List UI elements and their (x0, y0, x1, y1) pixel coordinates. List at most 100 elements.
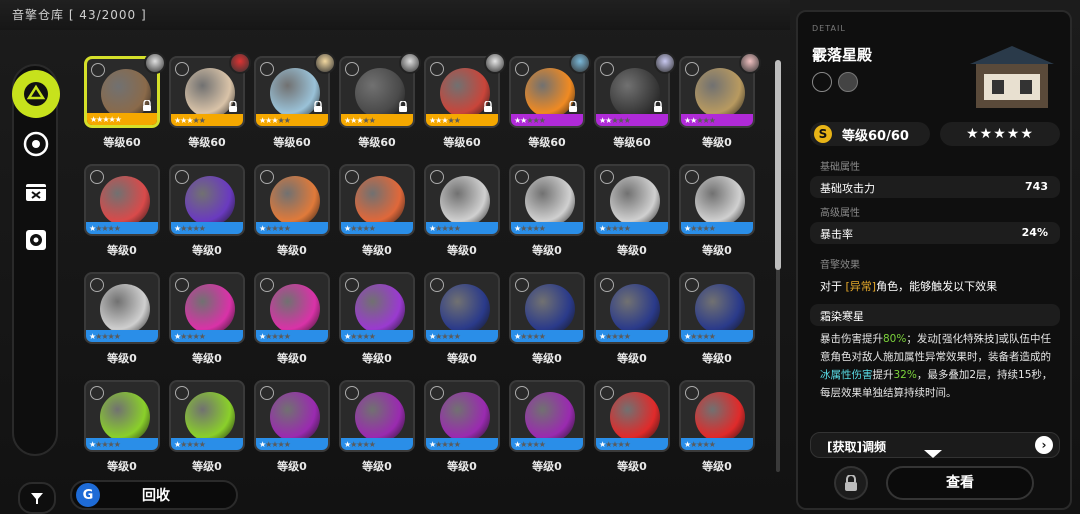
safe-icon (26, 230, 46, 250)
star-rating: ★★★★★ (599, 440, 631, 449)
wengine-card[interactable]: ★★★★★ (509, 272, 585, 344)
wengine-card[interactable]: ★★★★★ (679, 272, 755, 344)
wengine-art (100, 392, 150, 442)
level-label: 等级0 (362, 352, 392, 365)
scrollbar-thumb[interactable] (775, 60, 781, 270)
wengine-art (270, 284, 320, 334)
wengine-slot[interactable]: ★★★★★ 等级0 (254, 272, 334, 372)
equipped-agent-avatar (654, 52, 676, 74)
wengine-slot[interactable]: ★★★★★ 等级0 (679, 272, 759, 372)
wengine-slot[interactable]: ★★★★★ 等级0 (424, 164, 504, 264)
type-icon (515, 62, 529, 76)
equipped-agent-avatar[interactable] (838, 72, 858, 92)
advanced-stat-key: 暴击率 (820, 228, 853, 241)
equipped-agent-avatar (144, 52, 166, 74)
wengine-slot[interactable]: ★★★★★ 等级0 (509, 272, 589, 372)
category-all-icon (24, 82, 48, 106)
wengine-slot[interactable]: ★★★★★ 等级60 (509, 52, 591, 156)
category-safe-button[interactable] (22, 226, 50, 254)
wengine-card[interactable]: ★★★★★ (254, 164, 330, 236)
star-rating: ★★★★★ (684, 440, 716, 449)
filter-button[interactable] (18, 482, 56, 514)
wengine-slot[interactable]: ★★★★★ 等级60 (339, 52, 421, 156)
wengine-card[interactable]: ★★★★★ (84, 272, 160, 344)
recycle-button[interactable]: G 回收 (70, 480, 238, 510)
level-label: 等级0 (532, 460, 562, 473)
wengine-slot[interactable]: ★★★★★ 等级0 (254, 164, 334, 264)
desc-element: 冰属性伤害 (820, 369, 873, 381)
wengine-card[interactable]: ★★★★★ (169, 272, 245, 344)
effect-pre: 对于 (820, 280, 846, 293)
wengine-slot[interactable]: ★★★★★ 等级0 (679, 380, 759, 480)
chevron-down-icon[interactable] (924, 450, 942, 458)
level-label: 等级60 (273, 136, 311, 149)
wengine-slot[interactable]: ★★★★★ 等级0 (84, 164, 164, 264)
wengine-slot[interactable]: ★★★★★ 等级60 (169, 52, 251, 156)
wengine-slot[interactable]: ★★★★★ 等级0 (84, 380, 164, 480)
wengine-art (440, 392, 490, 442)
wengine-card[interactable]: ★★★★★ (339, 272, 415, 344)
wengine-slot[interactable]: ★★★★★ 等级0 (679, 164, 759, 264)
wengine-card[interactable]: ★★★★★ (679, 380, 755, 452)
category-disc-button[interactable] (22, 130, 50, 158)
wengine-slot[interactable]: ★★★★★ 等级0 (424, 380, 504, 480)
type-icon (515, 170, 529, 184)
wengine-slot[interactable]: ★★★★★ 等级0 (339, 272, 419, 372)
type-icon (345, 62, 359, 76)
wengine-card[interactable]: ★★★★★ (339, 164, 415, 236)
wengine-slot[interactable]: ★★★★★ 等级0 (679, 52, 761, 156)
wengine-slot[interactable]: ★★★★★ 等级0 (339, 164, 419, 264)
wengine-card[interactable]: ★★★★★ (169, 164, 245, 236)
advanced-stat-value: 24% (1021, 226, 1048, 239)
lock-button[interactable] (834, 466, 868, 500)
view-button[interactable]: 查看 (886, 466, 1034, 500)
wengine-slot[interactable]: ★★★★★ 等级0 (169, 272, 249, 372)
type-icon (175, 170, 189, 184)
level-label: 等级0 (277, 460, 307, 473)
wengine-card[interactable]: ★★★★★ (424, 164, 500, 236)
wengine-slot[interactable]: ★★★★★ 等级0 (594, 272, 674, 372)
equipped-agent-avatar (399, 52, 421, 74)
wengine-slot[interactable]: ★★★★★ 等级60 (84, 52, 166, 156)
wengine-card[interactable]: ★★★★★ (169, 380, 245, 452)
type-icon (430, 278, 444, 292)
wengine-slot[interactable]: ★★★★★ 等级60 (424, 52, 506, 156)
wengine-card[interactable]: ★★★★★ (509, 380, 585, 452)
wengine-art (355, 284, 405, 334)
wengine-slot[interactable]: ★★★★★ 等级0 (169, 380, 249, 480)
category-all-button[interactable] (12, 70, 60, 118)
wengine-slot[interactable]: ★★★★★ 等级0 (594, 164, 674, 264)
wengine-slot[interactable]: ★★★★★ 等级0 (594, 380, 674, 480)
wengine-card[interactable]: ★★★★★ (84, 380, 160, 452)
wengine-slot[interactable]: ★★★★★ 等级0 (169, 164, 249, 264)
wengine-card[interactable]: ★★★★★ (339, 380, 415, 452)
wengine-art (101, 69, 151, 119)
wengine-slot[interactable]: ★★★★★ 等级60 (254, 52, 336, 156)
wengine-slot[interactable]: ★★★★★ 等级60 (594, 52, 676, 156)
wengine-art (610, 176, 660, 226)
wengine-card[interactable]: ★★★★★ (594, 380, 670, 452)
wengine-slot[interactable]: ★★★★★ 等级0 (509, 164, 589, 264)
wengine-card[interactable]: ★★★★★ (594, 272, 670, 344)
wengine-card[interactable]: ★★★★★ (424, 272, 500, 344)
level-label: 等级0 (532, 352, 562, 365)
wengine-card[interactable]: ★★★★★ (84, 164, 160, 236)
wengine-slot[interactable]: ★★★★★ 等级0 (84, 272, 164, 372)
wengine-slot[interactable]: ★★★★★ 等级0 (424, 272, 504, 372)
wengine-card[interactable]: ★★★★★ (424, 380, 500, 452)
star-rating: ★★★★★ (514, 116, 546, 125)
star-rating: ★★★★★ (599, 224, 631, 233)
wengine-slot[interactable]: ★★★★★ 等级0 (509, 380, 589, 480)
wengine-card[interactable]: ★★★★★ (254, 380, 330, 452)
category-box-button[interactable] (22, 178, 50, 206)
star-rating: ★★★★★ (429, 224, 461, 233)
level-label: 等级0 (362, 244, 392, 257)
wengine-card[interactable]: ★★★★★ (254, 272, 330, 344)
wengine-card[interactable]: ★★★★★ (509, 164, 585, 236)
wengine-card[interactable]: ★★★★★ (679, 164, 755, 236)
wengine-slot[interactable]: ★★★★★ 等级0 (254, 380, 334, 480)
type-icon (260, 386, 274, 400)
wengine-slot[interactable]: ★★★★★ 等级0 (339, 380, 419, 480)
wengine-card[interactable]: ★★★★★ (594, 164, 670, 236)
level-label: 等级0 (617, 352, 647, 365)
